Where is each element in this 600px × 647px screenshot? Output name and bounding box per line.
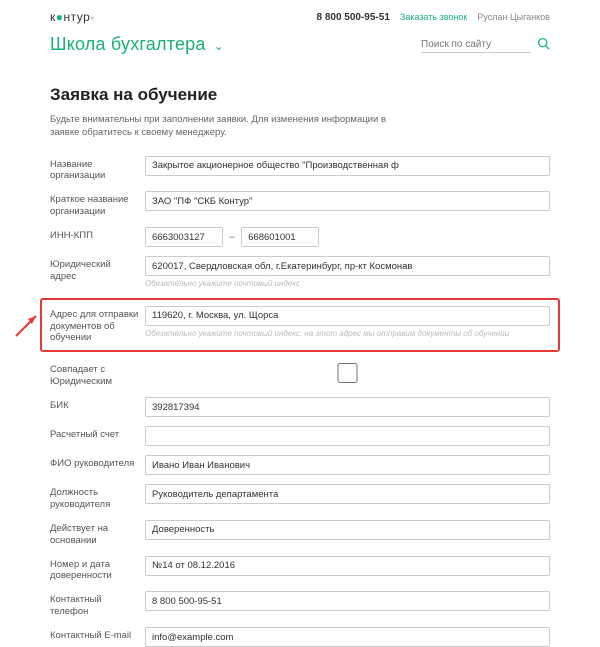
input-short-name[interactable] [145,191,550,211]
label-short-name: Краткое название организации [50,191,145,218]
input-email[interactable] [145,627,550,647]
search-icon[interactable] [537,37,550,53]
dash: – [229,231,235,243]
label-legal-addr: Юридический адрес [50,256,145,283]
hint-doc-addr: Обязательно укажите почтовый индекс, на … [145,329,550,339]
input-inn[interactable] [145,227,223,247]
label-position: Должность руководителя [50,484,145,511]
checkbox-same-as[interactable] [145,363,550,383]
call-link[interactable]: Заказать звонок [400,12,467,22]
input-phone[interactable] [145,591,550,611]
label-inn: ИНН-КПП [50,227,145,242]
input-position[interactable] [145,484,550,504]
input-bik[interactable] [145,397,550,417]
label-doc-addr: Адрес для отправки документов об обучени… [50,306,145,345]
label-phone: Контактный телефон [50,591,145,618]
user-name[interactable]: Руслан Цыганков [477,12,550,22]
page-title: Заявка на обучение [50,85,550,105]
hint-legal-addr: Обязательно укажите почтовый индекс [145,279,550,289]
label-account: Расчетный счет [50,426,145,441]
input-legal-addr[interactable] [145,256,550,276]
label-bik: БИК [50,397,145,412]
label-director: ФИО руководителя [50,455,145,470]
label-basis: Действует на основании [50,520,145,547]
input-kpp[interactable] [241,227,319,247]
header-phone: 8 800 500-95-51 [316,12,389,23]
input-doc-num[interactable] [145,556,550,576]
chevron-down-icon: ⌄ [214,39,224,53]
label-email: Контактный E-mail [50,627,145,642]
search-input[interactable] [421,37,531,53]
highlighted-section: Адрес для отправки документов об обучени… [40,298,560,353]
annotation-arrow-icon [12,310,42,340]
label-org-name: Название организации [50,156,145,183]
page-intro: Будьте внимательны при заполнении заявки… [50,113,410,140]
school-title-text: Школа бухгалтера [50,34,206,54]
input-director[interactable] [145,455,550,475]
label-doc-num: Номер и дата доверенности [50,556,145,583]
input-doc-addr[interactable] [145,306,550,326]
school-title[interactable]: Школа бухгалтера ⌄ [50,34,224,55]
logo[interactable]: к●нтур▾ [50,10,95,24]
input-basis[interactable] [145,520,550,540]
input-account[interactable] [145,426,550,446]
input-org-name[interactable] [145,156,550,176]
search-box [421,37,550,53]
label-same-as: Совпадает с Юридическим [50,361,145,388]
